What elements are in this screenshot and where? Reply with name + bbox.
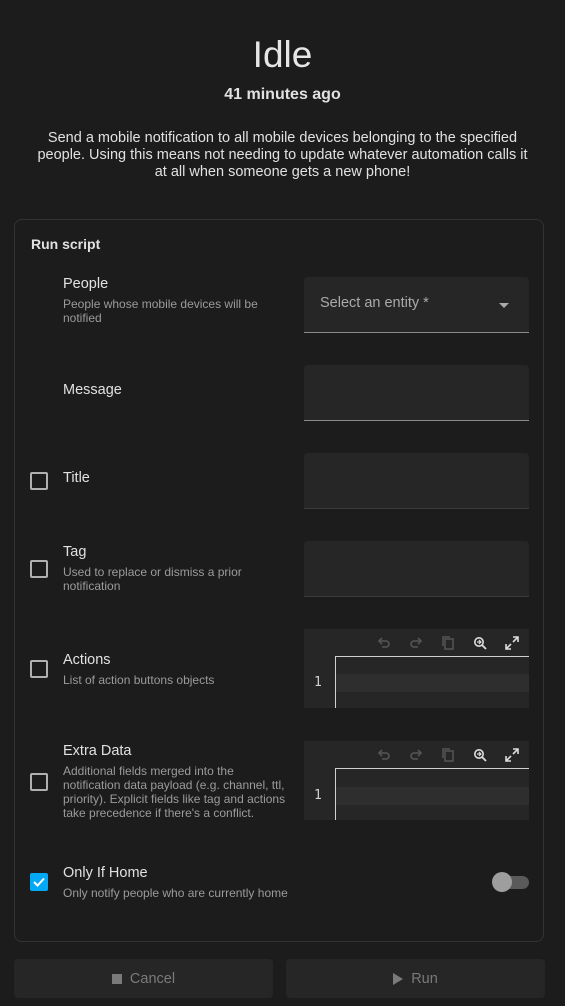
entity-state: Idle <box>252 34 313 75</box>
fullscreen-icon[interactable] <box>504 747 520 763</box>
extra-data-enable-checkbox[interactable] <box>30 773 48 791</box>
editor-toolbar <box>304 629 529 657</box>
actions-enable-checkbox[interactable] <box>30 660 48 678</box>
editor-active-line[interactable] <box>336 674 529 692</box>
copy-icon[interactable] <box>440 635 456 651</box>
line-number: 1 <box>314 788 322 803</box>
play-icon <box>393 972 404 985</box>
message-input[interactable] <box>304 365 529 421</box>
tag-label: Tag <box>63 544 87 560</box>
tag-helper: Used to replace or dismiss a prior notif… <box>63 565 242 593</box>
title-enable-checkbox[interactable] <box>30 472 48 490</box>
extra-data-label: Extra Data <box>63 743 132 759</box>
editor-toolbar <box>304 741 529 769</box>
people-label: People <box>63 276 109 292</box>
undo-icon[interactable] <box>376 747 392 763</box>
cancel-button-label: Cancel <box>129 970 176 987</box>
people-entity-select[interactable]: Select an entity * <box>304 277 529 333</box>
card-title: Run script <box>31 236 101 252</box>
only-if-home-label: Only If Home <box>63 865 148 881</box>
people-select-placeholder: Select an entity * <box>320 295 429 311</box>
last-changed: 41 minutes ago <box>224 86 341 103</box>
undo-icon[interactable] <box>376 635 392 651</box>
copy-icon[interactable] <box>440 747 456 763</box>
run-button-label: Run <box>411 970 438 987</box>
run-button[interactable]: Run <box>286 959 545 998</box>
title-input[interactable] <box>304 453 529 509</box>
script-description: Send a mobile notification to all mobile… <box>37 130 528 180</box>
tag-enable-checkbox[interactable] <box>30 560 48 578</box>
stop-icon <box>111 973 122 984</box>
title-label: Title <box>63 470 90 486</box>
checkmark-icon <box>33 877 45 887</box>
extra-data-code-editor[interactable]: 1 <box>304 741 529 820</box>
editor-active-line[interactable] <box>336 787 529 805</box>
editor-divider <box>335 768 529 769</box>
people-helper: People whose mobile devices will be noti… <box>63 297 258 325</box>
search-replace-icon[interactable] <box>472 747 488 763</box>
dropdown-caret-icon <box>499 303 509 308</box>
only-if-home-helper: Only notify people who are currently hom… <box>63 886 288 900</box>
only-if-home-enable-checkbox[interactable] <box>30 873 48 891</box>
actions-helper: List of action buttons objects <box>63 673 215 687</box>
actions-label: Actions <box>63 652 111 668</box>
redo-icon[interactable] <box>408 747 424 763</box>
fullscreen-icon[interactable] <box>504 635 520 651</box>
redo-icon[interactable] <box>408 635 424 651</box>
search-replace-icon[interactable] <box>472 635 488 651</box>
line-number: 1 <box>314 675 322 690</box>
tag-input[interactable] <box>304 541 529 597</box>
message-label: Message <box>63 382 122 398</box>
cancel-button[interactable]: Cancel <box>14 959 273 998</box>
editor-divider <box>335 656 529 657</box>
actions-code-editor[interactable]: 1 <box>304 629 529 708</box>
extra-data-helper: Additional fields merged into the notifi… <box>63 764 286 820</box>
toggle-knob[interactable] <box>492 872 512 892</box>
